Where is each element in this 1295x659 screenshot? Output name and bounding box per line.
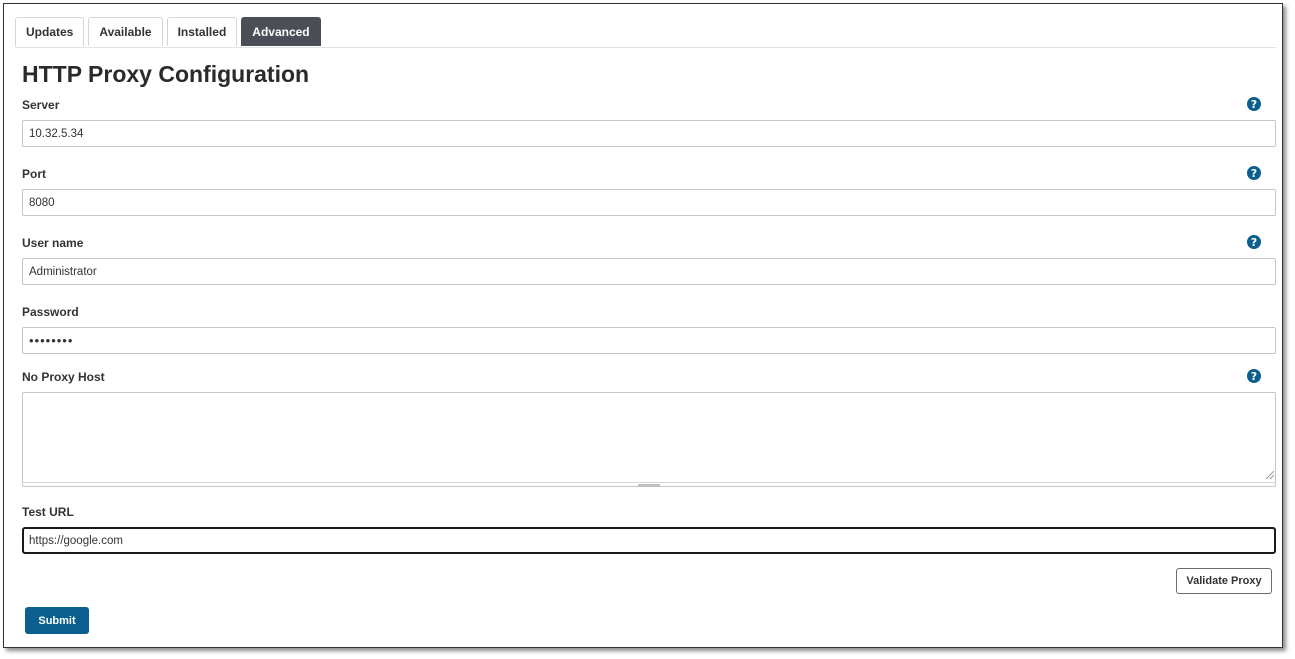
- username-input[interactable]: [22, 258, 1276, 285]
- no-proxy-host-label: No Proxy Host: [22, 370, 105, 384]
- port-label: Port: [22, 167, 46, 181]
- grip-bar-icon: [638, 484, 660, 487]
- port-help-icon[interactable]: ?: [1247, 166, 1261, 180]
- no-proxy-host-textarea[interactable]: [22, 392, 1276, 487]
- password-label: Password: [22, 305, 79, 319]
- test-url-input[interactable]: [22, 527, 1276, 554]
- page-title: HTTP Proxy Configuration: [22, 61, 310, 87]
- port-input[interactable]: [22, 189, 1276, 216]
- username-help-icon[interactable]: ?: [1247, 235, 1261, 249]
- server-label: Server: [22, 98, 60, 112]
- no-proxy-host-help-icon[interactable]: ?: [1247, 369, 1261, 383]
- textarea-resize-handle[interactable]: [22, 482, 1276, 487]
- tab-installed[interactable]: Installed: [166, 17, 238, 46]
- tab-updates[interactable]: Updates: [15, 17, 85, 46]
- test-url-label: Test URL: [22, 505, 74, 519]
- username-label: User name: [22, 236, 84, 250]
- tab-available[interactable]: Available: [88, 17, 163, 46]
- validate-proxy-button[interactable]: Validate Proxy: [1176, 568, 1272, 594]
- tab-divider: [15, 47, 1276, 48]
- server-help-icon[interactable]: ?: [1247, 97, 1261, 111]
- password-input[interactable]: [22, 327, 1276, 354]
- tab-advanced[interactable]: Advanced: [241, 17, 321, 46]
- resize-corner-icon[interactable]: [1266, 471, 1274, 479]
- server-input[interactable]: [22, 120, 1276, 147]
- tab-bar: Updates Available Installed Advanced: [15, 17, 321, 46]
- proxy-config-panel: Updates Available Installed Advanced HTT…: [3, 3, 1283, 648]
- submit-button[interactable]: Submit: [25, 607, 89, 634]
